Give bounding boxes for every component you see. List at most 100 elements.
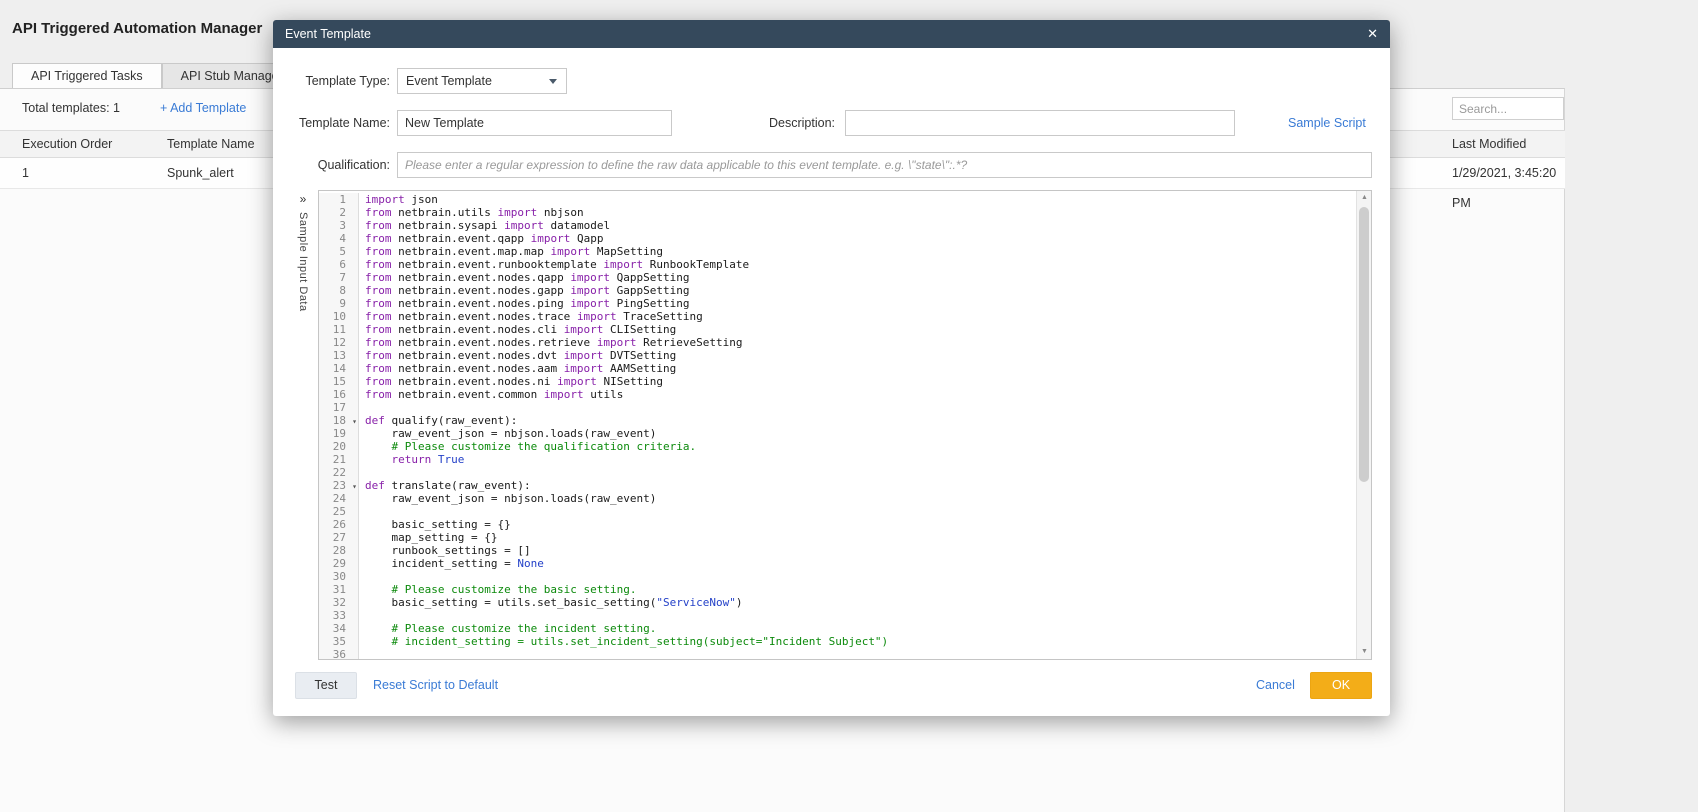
code-line: 35 # incident_setting = utils.set_incide… <box>319 635 1356 648</box>
code-text: from netbrain.event.nodes.dvt import DVT… <box>365 349 677 362</box>
col-template-name: Template Name <box>167 137 255 151</box>
script-editor[interactable]: 1 import json 2 from netbrain.utils import … <box>318 190 1372 660</box>
template-name-input[interactable] <box>397 110 672 136</box>
code-text: # Please customize the qualification cri… <box>365 440 697 453</box>
code-line: 34 # Please customize the incident setti… <box>319 622 1356 635</box>
code-text: def translate(raw_event): <box>365 479 531 492</box>
code-line: 28 runbook_settings = [] <box>319 544 1356 557</box>
code-text: from netbrain.event.nodes.retrieve impor… <box>365 336 743 349</box>
line-number: 18 ▾ <box>319 414 359 427</box>
scrollbar-thumb[interactable] <box>1359 207 1369 482</box>
sample-script-link[interactable]: Sample Script <box>1288 110 1366 136</box>
code-text: from netbrain.event.qapp import Qapp <box>365 232 604 245</box>
code-line: 4 from netbrain.event.qapp import Qapp <box>319 232 1356 245</box>
template-type-select[interactable]: Event Template <box>397 68 567 94</box>
line-number: 36 <box>319 648 359 659</box>
line-number: 19 <box>319 427 359 440</box>
code-text: from netbrain.event.runbooktemplate impo… <box>365 258 750 271</box>
line-number: 5 <box>319 245 359 258</box>
code-text: from netbrain.event.nodes.aam import AAM… <box>365 362 677 375</box>
code-line: 16 from netbrain.event.common import util… <box>319 388 1356 401</box>
code-line: 5 from netbrain.event.map.map import MapS… <box>319 245 1356 258</box>
tab-bar: API Triggered Tasks API Stub Manager <box>12 63 302 89</box>
code-text: def qualify(raw_event): <box>365 414 518 427</box>
code-text: basic_setting = utils.set_basic_setting(… <box>365 596 743 609</box>
line-number: 2 <box>319 206 359 219</box>
code-line: 10 from netbrain.event.nodes.trace import… <box>319 310 1356 323</box>
chevron-down-icon <box>549 79 557 84</box>
code-line: 18 ▾ def qualify(raw_event): <box>319 414 1356 427</box>
code-lines: 1 import json 2 from netbrain.utils import … <box>319 191 1356 659</box>
code-text: # incident_setting = utils.set_incident_… <box>365 635 889 648</box>
code-text: from netbrain.event.nodes.cli import CLI… <box>365 323 677 336</box>
event-template-dialog: Event Template ✕ Template Type: Event Te… <box>273 20 1390 716</box>
qualification-input[interactable] <box>397 152 1372 178</box>
code-text: from netbrain.event.common import utils <box>365 388 624 401</box>
line-number: 9 <box>319 297 359 310</box>
line-number: 29 <box>319 557 359 570</box>
line-number: 13 <box>319 349 359 362</box>
code-line: 36 <box>319 648 1356 659</box>
line-number: 3 <box>319 219 359 232</box>
sample-input-data-strip: » Sample Input Data <box>295 192 311 372</box>
code-line: 12 from netbrain.event.nodes.retrieve imp… <box>319 336 1356 349</box>
code-text: raw_event_json = nbjson.loads(raw_event) <box>365 492 657 505</box>
template-type-label: Template Type: <box>305 74 390 88</box>
code-text: from netbrain.event.nodes.ni import NISe… <box>365 375 664 388</box>
dialog-title: Event Template <box>285 27 371 41</box>
search-input[interactable] <box>1452 97 1564 120</box>
line-number: 27 <box>319 531 359 544</box>
line-number: 7 <box>319 271 359 284</box>
code-text: from netbrain.event.map.map import MapSe… <box>365 245 664 258</box>
expand-panel-icon[interactable]: » <box>295 192 311 206</box>
code-text: from netbrain.event.nodes.gapp import Ga… <box>365 284 690 297</box>
line-number: 14 <box>319 362 359 375</box>
code-line: 2 from netbrain.utils import nbjson <box>319 206 1356 219</box>
code-text: from netbrain.sysapi import datamodel <box>365 219 611 232</box>
scroll-up-icon[interactable]: ▲ <box>1357 191 1371 205</box>
close-icon[interactable]: ✕ <box>1367 20 1378 48</box>
col-last-modified: Last Modified <box>1452 137 1527 151</box>
template-name-label: Template Name: <box>298 116 390 130</box>
line-number: 30 <box>319 570 359 583</box>
reset-script-link[interactable]: Reset Script to Default <box>373 672 498 699</box>
code-line: 27 map_setting = {} <box>319 531 1356 544</box>
code-line: 19 raw_event_json = nbjson.loads(raw_eve… <box>319 427 1356 440</box>
code-line: 24 raw_event_json = nbjson.loads(raw_eve… <box>319 492 1356 505</box>
code-text: incident_setting = None <box>365 557 544 570</box>
row-template-name-link[interactable]: Spunk_alert <box>167 158 234 188</box>
col-execution-order: Execution Order <box>22 137 113 151</box>
sample-input-data-label: Sample Input Data <box>297 212 309 312</box>
code-line: 23 ▾ def translate(raw_event): <box>319 479 1356 492</box>
line-number: 28 <box>319 544 359 557</box>
code-line: 29 incident_setting = None <box>319 557 1356 570</box>
code-text: import json <box>365 193 438 206</box>
line-number: 23 ▾ <box>319 479 359 492</box>
cancel-button[interactable]: Cancel <box>1256 672 1295 699</box>
code-text: runbook_settings = [] <box>365 544 531 557</box>
line-number: 21 <box>319 453 359 466</box>
ok-button[interactable]: OK <box>1310 672 1372 699</box>
code-line: 14 from netbrain.event.nodes.aam import A… <box>319 362 1356 375</box>
code-line: 30 <box>319 570 1356 583</box>
editor-scrollbar[interactable]: ▲ ▼ <box>1356 191 1371 659</box>
code-line: 31 # Please customize the basic setting. <box>319 583 1356 596</box>
code-line: 25 <box>319 505 1356 518</box>
description-input[interactable] <box>845 110 1235 136</box>
code-line: 7 from netbrain.event.nodes.qapp import Q… <box>319 271 1356 284</box>
scroll-down-icon[interactable]: ▼ <box>1357 645 1371 659</box>
total-templates-label: Total templates: 1 <box>22 101 120 115</box>
line-number: 32 <box>319 596 359 609</box>
test-button[interactable]: Test <box>295 672 357 699</box>
add-template-button[interactable]: + Add Template <box>160 101 246 115</box>
description-label: Description: <box>769 116 835 130</box>
code-text: from netbrain.event.nodes.trace import T… <box>365 310 703 323</box>
line-number: 8 <box>319 284 359 297</box>
line-number: 20 <box>319 440 359 453</box>
tab-api-triggered-tasks[interactable]: API Triggered Tasks <box>12 63 162 89</box>
line-number: 22 <box>319 466 359 479</box>
line-number: 25 <box>319 505 359 518</box>
